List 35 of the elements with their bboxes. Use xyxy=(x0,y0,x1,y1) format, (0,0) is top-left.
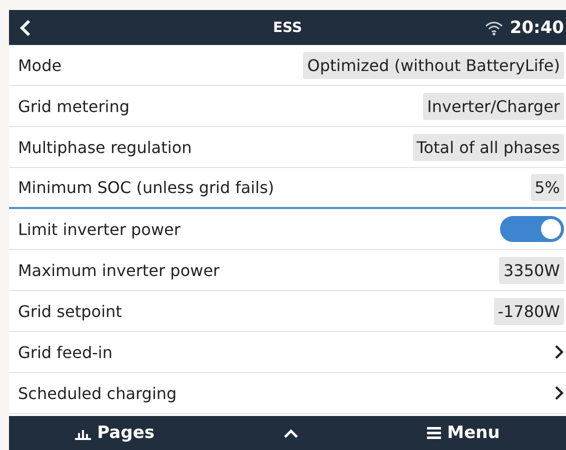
pages-button[interactable]: Pages xyxy=(71,421,158,445)
setting-value: 5% xyxy=(530,174,564,201)
setting-label: Maximum inverter power xyxy=(18,260,220,280)
menu-icon xyxy=(427,426,442,440)
settings-row[interactable]: Maximum inverter power 3350W xyxy=(9,250,566,291)
clock-time: 20:40 xyxy=(510,18,564,38)
settings-row[interactable]: Multiphase regulation Total of all phases xyxy=(9,127,566,168)
settings-row[interactable]: Minimum SOC (unless grid fails) 5% xyxy=(9,168,566,209)
screen-title: ESS xyxy=(272,20,302,36)
setting-label: Minimum SOC (unless grid fails) xyxy=(18,178,274,197)
settings-row[interactable]: Mode Optimized (without BatteryLife) xyxy=(9,45,566,86)
back-icon[interactable] xyxy=(19,18,31,36)
setting-label: Grid feed-in xyxy=(18,342,112,362)
settings-row[interactable]: Grid feed-in xyxy=(9,332,566,373)
setting-value: 3350W xyxy=(499,256,564,284)
chevron-right-icon xyxy=(554,385,564,401)
setting-label: Scheduled charging xyxy=(18,384,177,402)
setting-label: Mode xyxy=(18,56,62,74)
settings-row[interactable]: Scheduled charging xyxy=(9,373,566,414)
wifi-icon xyxy=(484,20,504,36)
setting-value: Optimized (without BatteryLife) xyxy=(303,52,564,78)
setting-value: Inverter/Charger xyxy=(423,92,564,120)
toggle-switch[interactable] xyxy=(500,216,564,242)
menu-button[interactable]: Menu xyxy=(423,421,504,445)
setting-label: Multiphase regulation xyxy=(18,138,192,156)
up-caret-icon[interactable] xyxy=(282,428,299,438)
setting-label: Limit inverter power xyxy=(18,220,180,238)
settings-row[interactable]: Limit inverter power xyxy=(9,209,566,250)
settings-row[interactable]: Grid setpoint -1780W xyxy=(9,291,566,332)
chevron-right-icon xyxy=(554,344,564,360)
setting-value: Total of all phases xyxy=(412,134,564,160)
setting-label: Grid setpoint xyxy=(18,302,122,320)
settings-row[interactable]: Grid metering Inverter/Charger xyxy=(9,86,566,127)
setting-value: -1780W xyxy=(494,298,564,324)
setting-label: Grid metering xyxy=(18,96,130,116)
